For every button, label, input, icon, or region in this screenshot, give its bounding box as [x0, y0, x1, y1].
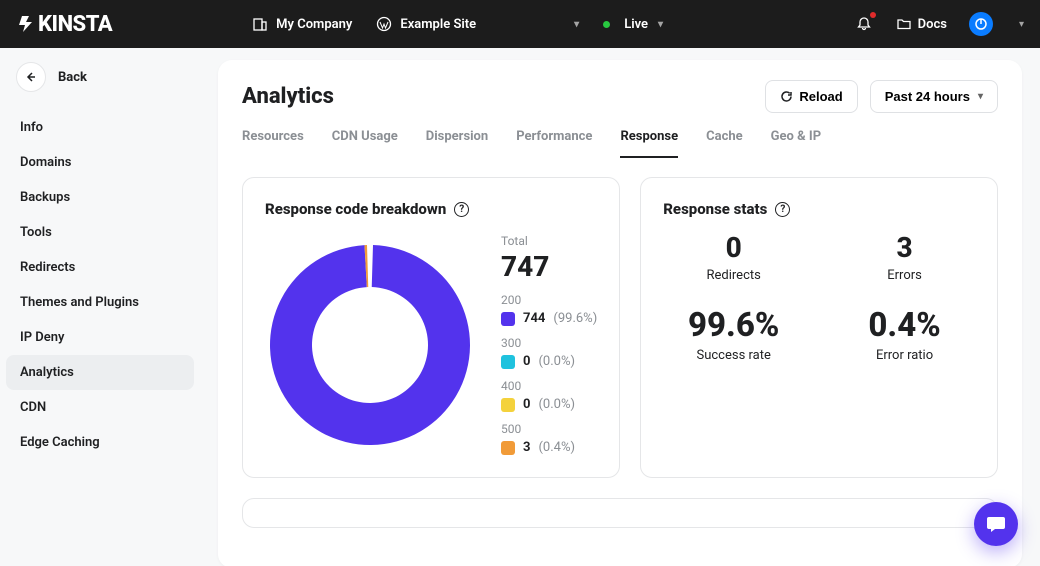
sidebar-item-info[interactable]: Info — [6, 110, 194, 145]
legend-row-300: 0 (0.0%) — [501, 354, 597, 369]
legend-swatch — [501, 441, 515, 455]
legend-code: 400 — [501, 379, 597, 393]
tab-dispersion[interactable]: Dispersion — [426, 129, 488, 158]
building-icon — [252, 16, 268, 32]
site-name: Example Site — [400, 17, 476, 32]
legend-row-200: 744 (99.6%) — [501, 311, 597, 326]
reload-icon — [780, 90, 793, 103]
stat-redirects: 0 Redirects — [663, 234, 804, 283]
legend-row-500: 3 (0.4%) — [501, 440, 597, 455]
stat-errors: 3 Errors — [834, 234, 975, 283]
legend-row-400: 0 (0.0%) — [501, 397, 597, 412]
card-title: Response stats — [663, 200, 767, 218]
tab-cdn-usage[interactable]: CDN Usage — [332, 129, 398, 158]
sidebar-item-backups[interactable]: Backups — [6, 180, 194, 215]
tabs: Resources CDN Usage Dispersion Performan… — [242, 129, 998, 159]
back-label: Back — [58, 70, 87, 85]
card-title: Response code breakdown — [265, 200, 446, 218]
chat-fab[interactable] — [974, 502, 1018, 546]
sidebar-item-tools[interactable]: Tools — [6, 215, 194, 250]
topbar: KINSTA My Company Example Site ▾ Live ▾ … — [0, 0, 1040, 48]
stat-success-rate: 99.6% Success rate — [663, 309, 804, 363]
sidebar: Back Info Domains Backups Tools Redirect… — [0, 48, 200, 566]
notifications-button[interactable] — [854, 14, 874, 34]
legend-swatch — [501, 398, 515, 412]
folder-icon — [896, 16, 912, 32]
card-placeholder — [242, 498, 998, 528]
help-icon[interactable]: ? — [775, 202, 790, 217]
card-response-breakdown: Response code breakdown ? Total 747 200 — [242, 177, 620, 478]
page-title: Analytics — [242, 84, 334, 109]
sidebar-item-redirects[interactable]: Redirects — [6, 250, 194, 285]
env-label: Live — [624, 17, 648, 32]
tab-geo-ip[interactable]: Geo & IP — [771, 129, 821, 158]
status-dot-icon — [603, 21, 610, 28]
sidebar-item-analytics[interactable]: Analytics — [6, 355, 194, 390]
tab-performance[interactable]: Performance — [516, 129, 592, 158]
legend-swatch — [501, 312, 515, 326]
donut-chart — [265, 240, 475, 450]
company-name: My Company — [276, 17, 352, 32]
tab-response[interactable]: Response — [620, 129, 678, 158]
help-icon[interactable]: ? — [454, 202, 469, 217]
logo[interactable]: KINSTA — [16, 12, 112, 37]
total-label: Total — [501, 234, 597, 248]
wordpress-icon — [376, 16, 392, 32]
stat-error-ratio: 0.4% Error ratio — [834, 309, 975, 363]
sidebar-item-ipdeny[interactable]: IP Deny — [6, 320, 194, 355]
legend-code: 500 — [501, 422, 597, 436]
site-switcher[interactable]: Example Site ▾ — [376, 16, 579, 32]
company-switcher[interactable]: My Company — [252, 16, 352, 32]
tab-cache[interactable]: Cache — [706, 129, 743, 158]
sidebar-item-cdn[interactable]: CDN — [6, 390, 194, 425]
chevron-down-icon: ▾ — [574, 19, 579, 30]
back-button[interactable]: Back — [16, 62, 184, 92]
chat-icon — [985, 513, 1007, 535]
power-icon — [974, 17, 988, 31]
docs-link[interactable]: Docs — [896, 16, 947, 32]
chevron-down-icon: ▾ — [658, 19, 663, 30]
arrow-left-icon — [25, 71, 37, 83]
sidebar-item-themes[interactable]: Themes and Plugins — [6, 285, 194, 320]
bell-icon — [856, 16, 872, 32]
reload-button[interactable]: Reload — [765, 80, 857, 113]
tab-resources[interactable]: Resources — [242, 129, 304, 158]
legend-code: 300 — [501, 336, 597, 350]
user-avatar[interactable] — [969, 12, 993, 36]
card-response-stats: Response stats ? 0 Redirects 3 Errors — [640, 177, 998, 478]
chevron-down-icon[interactable]: ▾ — [1019, 19, 1024, 30]
sidebar-item-edge[interactable]: Edge Caching — [6, 425, 194, 460]
sidebar-item-domains[interactable]: Domains — [6, 145, 194, 180]
chevron-down-icon: ▾ — [978, 91, 983, 102]
legend-swatch — [501, 355, 515, 369]
legend-code: 200 — [501, 293, 597, 307]
notification-dot — [870, 12, 876, 18]
time-range-select[interactable]: Past 24 hours ▾ — [870, 80, 998, 113]
env-switcher[interactable]: Live ▾ — [603, 17, 663, 32]
total-value: 747 — [501, 250, 597, 283]
main: Analytics Reload Past 24 hours ▾ Resourc… — [200, 48, 1040, 566]
